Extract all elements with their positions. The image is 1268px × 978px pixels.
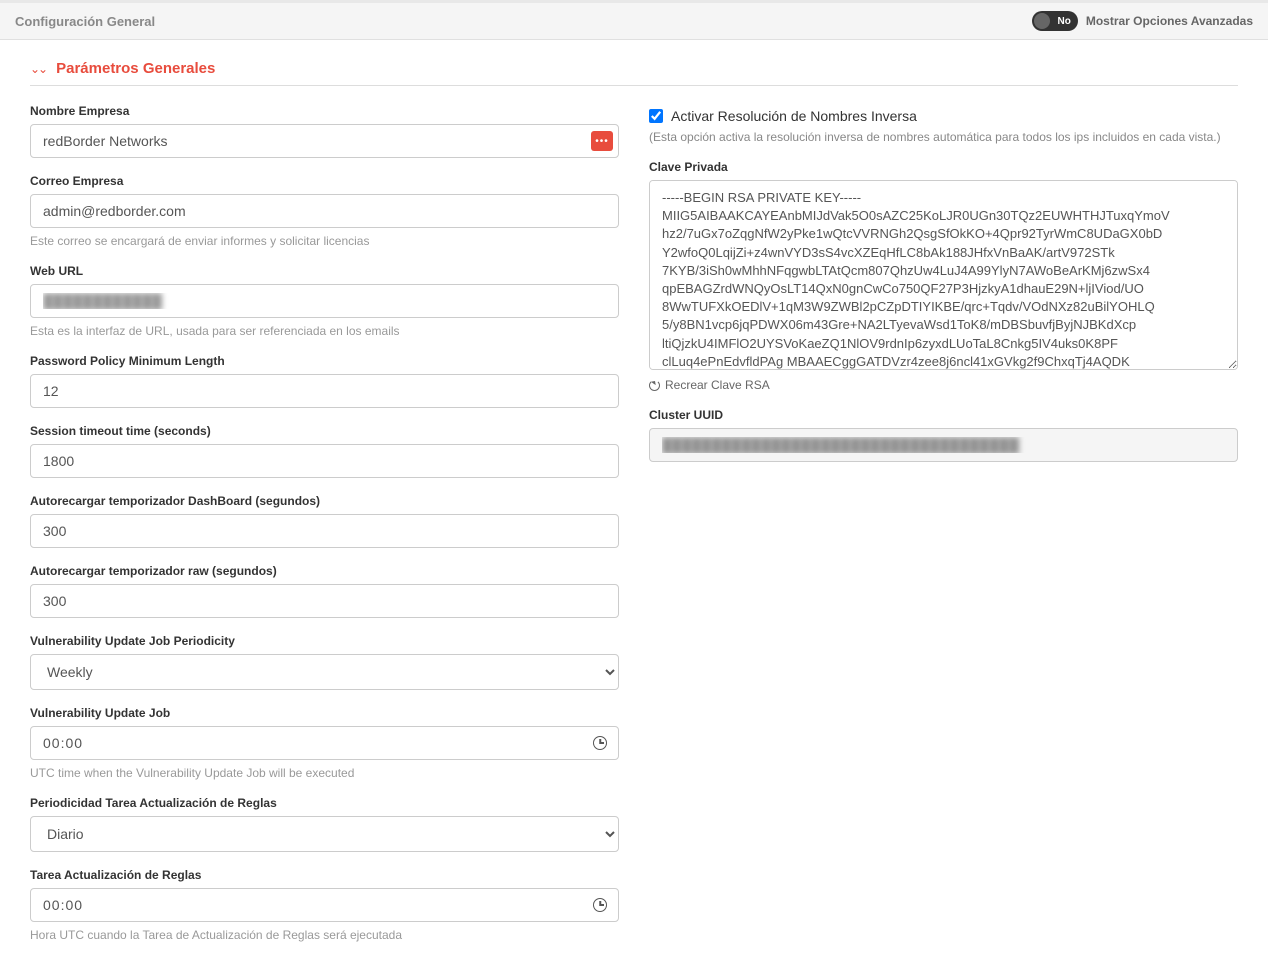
clock-icon [593,898,607,912]
cluster-uuid-input[interactable] [649,428,1238,462]
rules-job-time-input[interactable] [30,888,619,922]
section-title: Parámetros Generales [56,60,215,77]
pwd-min-len-input[interactable] [30,374,619,408]
reverse-dns-help: (Esta opción activa la resolución invers… [649,130,1238,144]
company-email-help: Este correo se encargará de enviar infor… [30,234,619,248]
regen-rsa-label: Recrear Clave RSA [665,378,770,392]
dash-reload-label: Autorecargar temporizador DashBoard (seg… [30,494,619,508]
vuln-job-time-input[interactable] [30,726,619,760]
advanced-toggle[interactable]: No [1032,11,1078,31]
vuln-period-label: Vulnerability Update Job Periodicity [30,634,619,648]
web-url-help: Esta es la interfaz de URL, usada para s… [30,324,619,338]
cluster-uuid-label: Cluster UUID [649,408,1238,422]
reverse-dns-label: Activar Resolución de Nombres Inversa [671,108,917,124]
rules-period-select[interactable]: Diario [30,816,619,852]
rules-period-label: Periodicidad Tarea Actualización de Regl… [30,796,619,810]
company-name-input[interactable] [30,124,619,158]
toggle-state-label: No [1057,16,1070,27]
vuln-job-label: Vulnerability Update Job [30,706,619,720]
right-column: Activar Resolución de Nombres Inversa (E… [649,104,1238,958]
company-email-input[interactable] [30,194,619,228]
chevron-down-icon: ⌄⌄ [30,62,46,76]
web-url-input[interactable] [30,284,619,318]
reverse-dns-checkbox[interactable] [649,109,663,123]
dash-reload-input[interactable] [30,514,619,548]
advanced-toggle-label: Mostrar Opciones Avanzadas [1086,14,1253,28]
session-timeout-label: Session timeout time (seconds) [30,424,619,438]
web-url-label: Web URL [30,264,619,278]
vuln-period-select[interactable]: Weekly [30,654,619,690]
section-header[interactable]: ⌄⌄ Parámetros Generales [30,60,1238,86]
clock-icon [593,736,607,750]
advanced-options-control: No Mostrar Opciones Avanzadas [1032,11,1253,31]
rules-job-label: Tarea Actualización de Reglas [30,868,619,882]
raw-reload-input[interactable] [30,584,619,618]
password-manager-icon[interactable]: ••• [591,131,613,151]
company-email-label: Correo Empresa [30,174,619,188]
pwd-min-len-label: Password Policy Minimum Length [30,354,619,368]
regen-rsa-link[interactable]: Recrear Clave RSA [649,378,1238,392]
rules-job-help: Hora UTC cuando la Tarea de Actualizació… [30,928,619,942]
private-key-label: Clave Privada [649,160,1238,174]
refresh-icon [649,380,660,391]
toggle-knob [1034,13,1050,29]
company-name-label: Nombre Empresa [30,104,619,118]
page-title: Configuración General [15,14,155,29]
left-column: Nombre Empresa ••• Correo Empresa Este c… [30,104,619,958]
topbar: Configuración General No Mostrar Opcione… [0,0,1268,40]
raw-reload-label: Autorecargar temporizador raw (segundos) [30,564,619,578]
session-timeout-input[interactable] [30,444,619,478]
private-key-textarea[interactable] [649,180,1238,370]
vuln-job-help: UTC time when the Vulnerability Update J… [30,766,619,780]
